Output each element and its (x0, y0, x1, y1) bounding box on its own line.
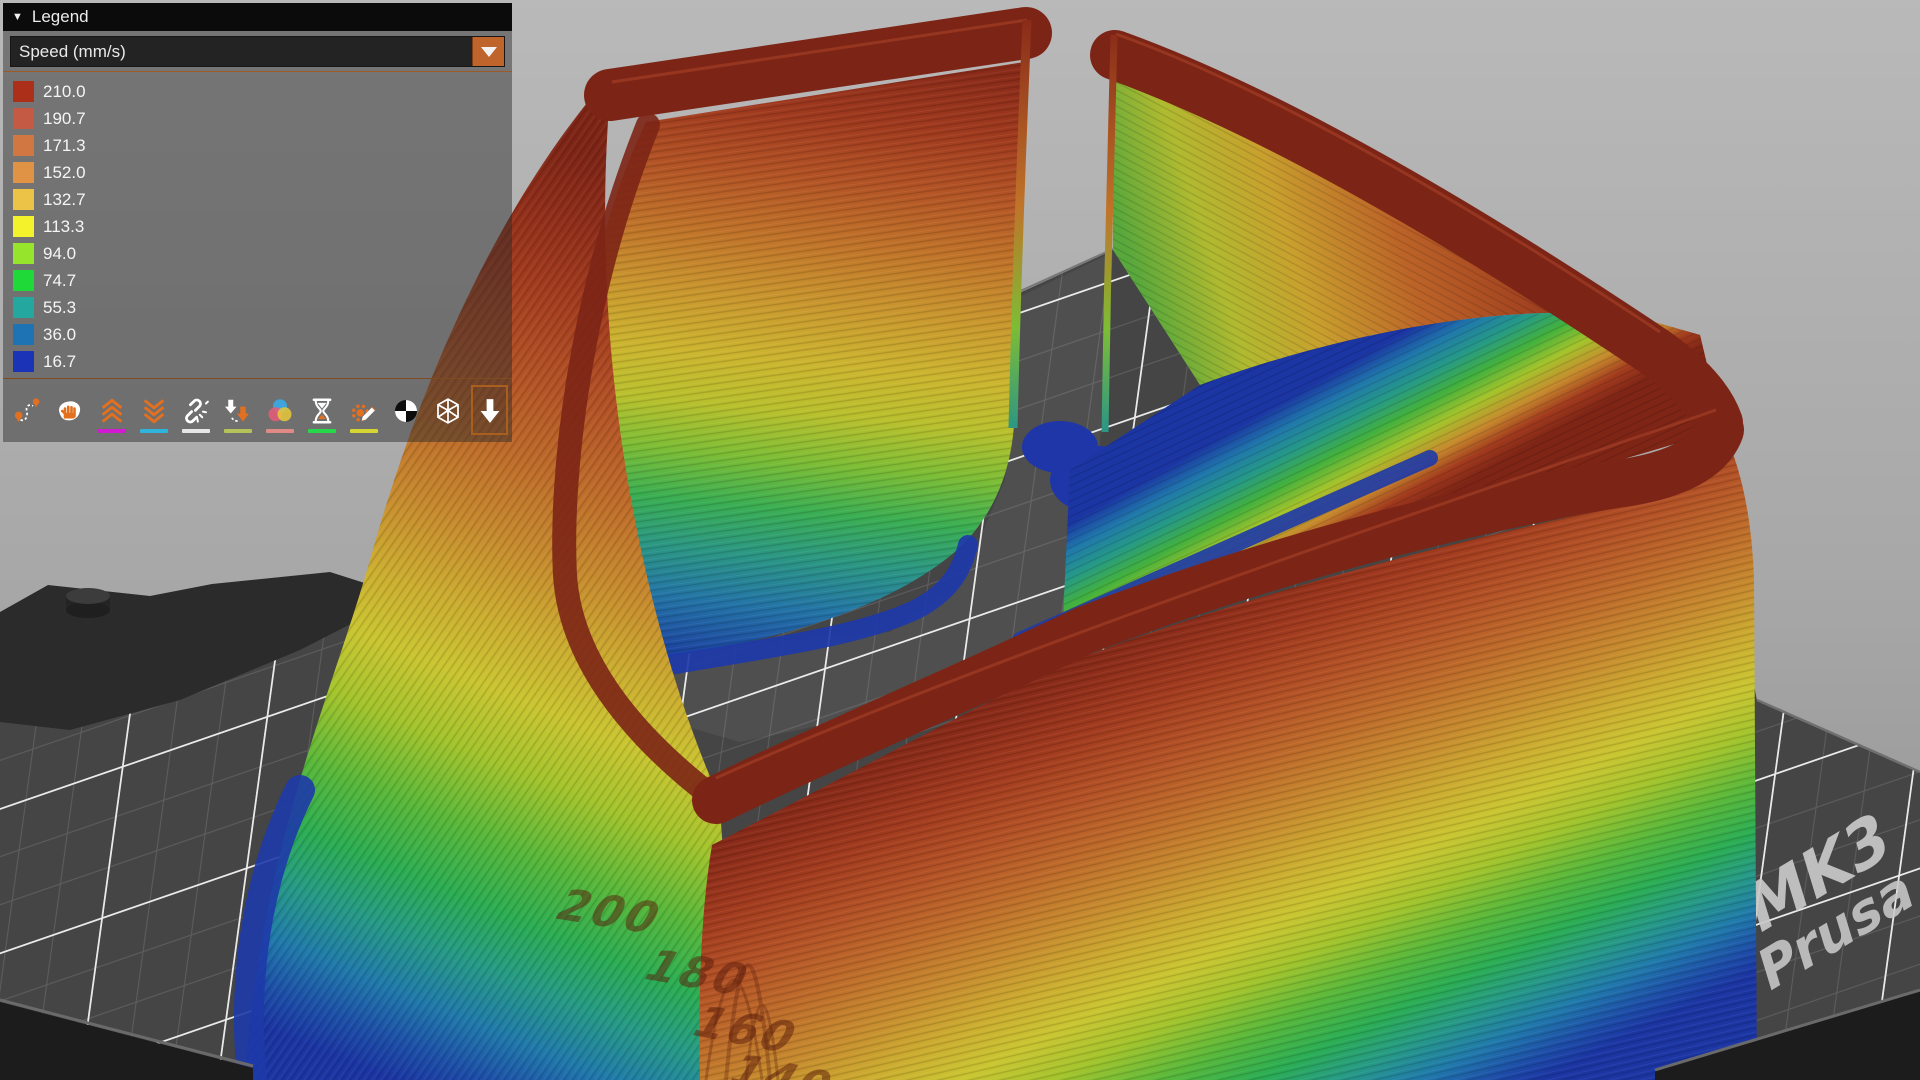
deretractions-button[interactable] (136, 386, 171, 434)
seams-icon (181, 396, 211, 426)
legend-row: 36.0 (3, 321, 512, 348)
pause-prints-button[interactable] (304, 386, 339, 434)
tool-marker-icon (475, 396, 505, 426)
wipe-icon (55, 396, 85, 426)
swatch (13, 270, 34, 291)
swatch (13, 216, 34, 237)
color-changes-icon (265, 396, 295, 426)
legend-row: 74.7 (3, 267, 512, 294)
deretractions-icon (139, 396, 169, 426)
swatch (13, 324, 34, 345)
dropdown-arrow-button[interactable] (472, 37, 504, 66)
legend-row: 171.3 (3, 132, 512, 159)
shells-icon (433, 396, 463, 426)
custom-gcodes-button[interactable] (346, 386, 381, 434)
shells-button[interactable] (430, 386, 465, 434)
travel-icon (13, 396, 43, 426)
chevron-down-icon (481, 47, 497, 57)
travel-button[interactable] (10, 386, 45, 434)
tool-changes-button[interactable] (220, 386, 255, 434)
tool-marker-button[interactable] (472, 386, 507, 434)
custom-gcodes-icon (349, 396, 379, 426)
retractions-button[interactable] (94, 386, 129, 434)
seams-button[interactable] (178, 386, 213, 434)
legend-row: 113.3 (3, 213, 512, 240)
view-type-value: Speed (mm/s) (11, 42, 126, 62)
legend-row: 55.3 (3, 294, 512, 321)
legend-title: Legend (32, 7, 89, 27)
legend-row: 132.7 (3, 186, 512, 213)
swatch (13, 108, 34, 129)
swatch (13, 81, 34, 102)
tool-changes-icon (223, 396, 253, 426)
legend-row: 94.0 (3, 240, 512, 267)
center-of-mass-button[interactable] (388, 386, 423, 434)
swatch (13, 243, 34, 264)
legend-scale: 210.0 190.7 171.3 152.0 132.7 113.3 94.0… (3, 72, 512, 378)
legend-toolbar (3, 379, 512, 442)
swatch (13, 189, 34, 210)
legend-row: 190.7 (3, 105, 512, 132)
swatch (13, 351, 34, 372)
wipe-button[interactable] (52, 386, 87, 434)
legend-header[interactable]: ▼ Legend (3, 3, 512, 31)
legend-row: 16.7 (3, 348, 512, 375)
bed-knob (66, 588, 110, 618)
swatch (13, 297, 34, 318)
center-of-mass-icon (391, 396, 421, 426)
swatch (13, 162, 34, 183)
collapse-triangle-icon: ▼ (12, 11, 23, 23)
legend-panel: ▼ Legend Speed (mm/s) 210.0 190.7 171.3 … (3, 3, 512, 442)
view-type-dropdown[interactable]: Speed (mm/s) (10, 36, 505, 67)
legend-row: 152.0 (3, 159, 512, 186)
legend-row: 210.0 (3, 78, 512, 105)
color-changes-button[interactable] (262, 386, 297, 434)
pause-prints-icon (307, 396, 337, 426)
retractions-icon (97, 396, 127, 426)
swatch (13, 135, 34, 156)
